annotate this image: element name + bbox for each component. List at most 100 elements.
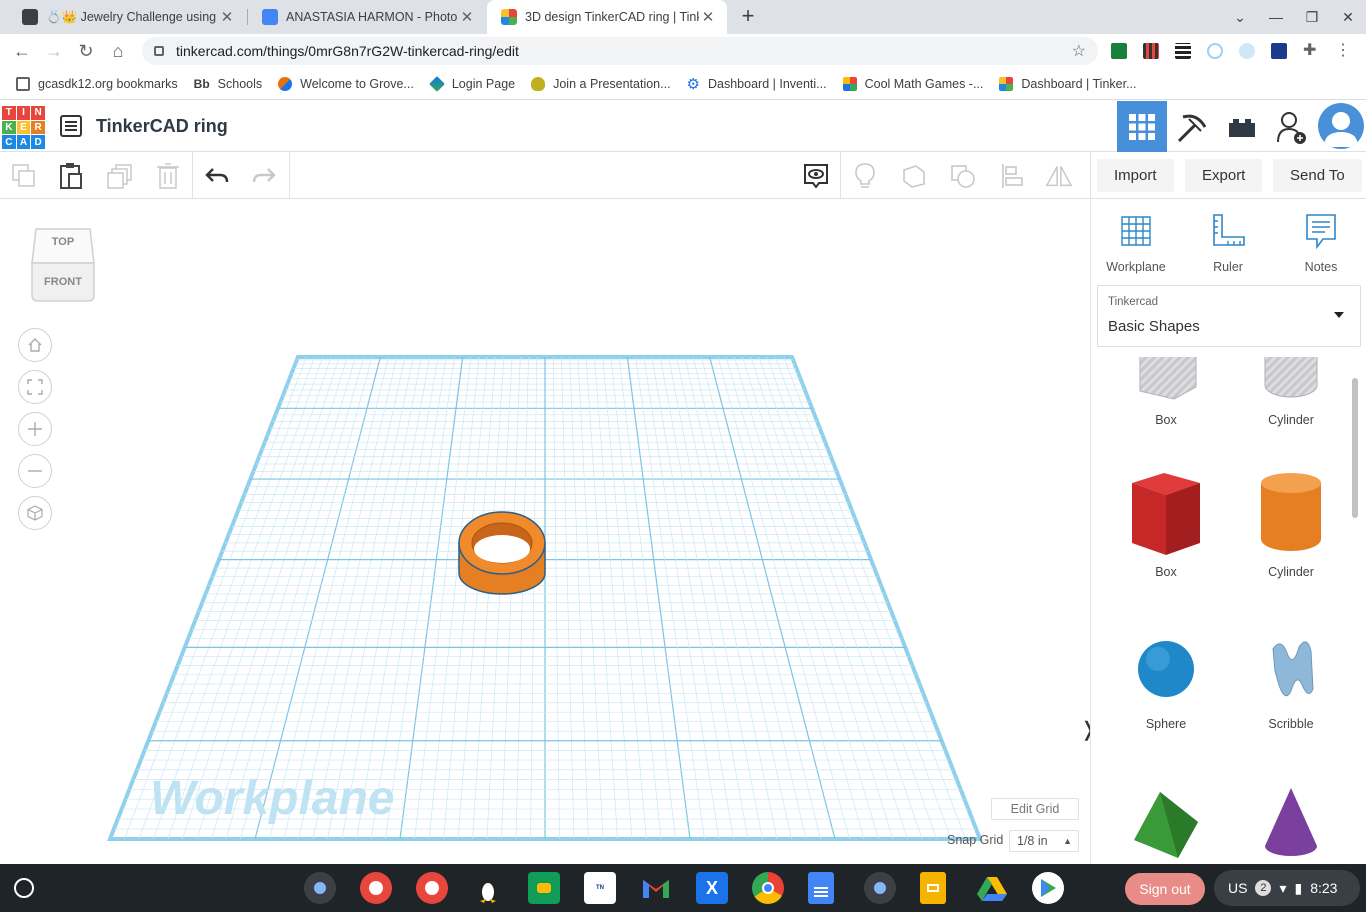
extension-sheets-icon[interactable]: [1111, 43, 1127, 59]
extension-cloud-icon[interactable]: [1239, 43, 1255, 59]
x-app-icon[interactable]: X: [696, 872, 728, 904]
ruler-tool[interactable]: Ruler: [1188, 211, 1268, 274]
ungroup-button[interactable]: [949, 162, 977, 190]
chrome-browser-icon[interactable]: [752, 872, 784, 904]
classroom-app-icon[interactable]: [528, 872, 560, 904]
send-to-button[interactable]: Send To: [1273, 159, 1362, 192]
extension-qr-icon[interactable]: [1143, 43, 1159, 59]
collapse-panel-button[interactable]: ❭: [1080, 709, 1090, 753]
perspective-button[interactable]: [18, 496, 52, 530]
maximize-icon[interactable]: ❐: [1294, 9, 1330, 26]
zoom-in-button[interactable]: [18, 412, 52, 446]
launcher-icon[interactable]: [14, 878, 34, 898]
chrome-app-icon[interactable]: [416, 872, 448, 904]
home-view-button[interactable]: [18, 328, 52, 362]
lock-icon[interactable]: [154, 46, 164, 56]
paste-button[interactable]: [57, 162, 85, 190]
export-button[interactable]: Export: [1185, 159, 1263, 192]
bookmark-login[interactable]: Login Page: [428, 75, 515, 92]
group-button[interactable]: [900, 162, 928, 190]
shape-box-hole[interactable]: Box: [1116, 357, 1216, 427]
minimize-icon[interactable]: —: [1258, 9, 1294, 25]
slides-app-icon[interactable]: [920, 872, 946, 904]
import-button[interactable]: Import: [1097, 159, 1174, 192]
blocks-view-button[interactable]: [1167, 101, 1217, 152]
design-list-icon[interactable]: [60, 115, 82, 137]
chrome-menu-icon[interactable]: ⋮: [1335, 43, 1351, 59]
bookmark-tinkercad[interactable]: Dashboard | Tinker...: [999, 76, 1137, 91]
extensions-puzzle-icon[interactable]: ✚: [1303, 43, 1319, 59]
reload-icon[interactable]: ↻: [74, 39, 98, 63]
delete-button[interactable]: [154, 162, 182, 190]
extension-blue-icon[interactable]: [1271, 43, 1287, 59]
user-avatar[interactable]: [1318, 103, 1364, 149]
bookmark-inventi[interactable]: ⚙ Dashboard | Inventi...: [687, 75, 827, 93]
view-cube-top[interactable]: TOP: [30, 236, 96, 248]
align-button[interactable]: [998, 162, 1026, 190]
bookmark-coolmath[interactable]: Cool Math Games -...: [842, 76, 983, 91]
sign-out-button[interactable]: Sign out: [1125, 873, 1205, 905]
shape-cylinder[interactable]: Cylinder: [1241, 469, 1341, 579]
notes-toggle-button[interactable]: [851, 162, 879, 190]
browser-tab-tinkercad[interactable]: 3D design TinkerCAD ring | Tinke ✕: [487, 0, 727, 34]
extension-circle-icon[interactable]: [1207, 43, 1223, 59]
home-icon[interactable]: ⌂: [106, 39, 130, 63]
close-tab-icon[interactable]: ✕: [458, 8, 476, 26]
fit-view-button[interactable]: [18, 370, 52, 404]
snap-grid-select[interactable]: 1/8 in ▲: [1009, 830, 1079, 852]
forward-icon[interactable]: →: [42, 39, 66, 63]
browser-tab-jewelry[interactable]: 💍👑 Jewelry Challenge using T ✕: [8, 0, 246, 34]
play-store-icon[interactable]: [1032, 872, 1064, 904]
bookmark-gcasdk12[interactable]: gcasdk12.org bookmarks: [16, 76, 178, 91]
extension-qr-reader-icon[interactable]: [1175, 43, 1191, 59]
close-tab-icon[interactable]: ✕: [699, 8, 717, 26]
ring-shape[interactable]: [458, 511, 546, 595]
close-tab-icon[interactable]: ✕: [218, 8, 236, 26]
status-tray[interactable]: US 2 ▾ ▮ 8:23: [1214, 870, 1360, 906]
redo-button[interactable]: [250, 162, 278, 190]
drive-app-icon[interactable]: [976, 872, 1008, 904]
shape-box[interactable]: Box: [1116, 469, 1216, 579]
workplane-canvas[interactable]: Workplane: [0, 199, 1090, 864]
close-window-icon[interactable]: ✕: [1330, 9, 1366, 26]
bookmark-schools[interactable]: Bb Schools: [194, 77, 262, 91]
zoom-out-button[interactable]: [18, 454, 52, 488]
browser-tab-photo-doc[interactable]: ANASTASIA HARMON - Photo Do ✕: [248, 0, 486, 34]
gmail-app-icon[interactable]: [640, 872, 672, 904]
tab-search-icon[interactable]: ⌄: [1222, 9, 1258, 26]
design-name[interactable]: TinkerCAD ring: [96, 116, 228, 137]
bookmark-star-icon[interactable]: ☆: [1072, 41, 1086, 61]
tinkercad-logo[interactable]: T I N K E R C A D: [2, 106, 45, 149]
bookmark-presentation[interactable]: Join a Presentation...: [531, 76, 671, 91]
testnav-app-icon[interactable]: TN: [584, 872, 616, 904]
shape-cone[interactable]: [1241, 782, 1341, 864]
bricks-view-button[interactable]: [1217, 101, 1267, 152]
bookmark-grove[interactable]: Welcome to Grove...: [278, 76, 414, 91]
shape-roof[interactable]: [1116, 782, 1216, 864]
3d-design-view-button[interactable]: [1117, 101, 1167, 152]
address-bar[interactable]: tinkercad.com/things/0mrG8n7rG2W-tinkerc…: [142, 37, 1098, 65]
workplane-grid[interactable]: [107, 355, 983, 841]
new-tab-button[interactable]: +: [737, 3, 759, 31]
view-cube[interactable]: TOP FRONT: [30, 225, 96, 302]
shape-library-select[interactable]: Tinkercad Basic Shapes: [1097, 285, 1361, 347]
duplicate-button[interactable]: [106, 162, 134, 190]
shape-sphere[interactable]: Sphere: [1116, 629, 1216, 731]
add-user-button[interactable]: [1267, 101, 1317, 152]
mirror-button[interactable]: [1045, 162, 1073, 190]
linux-penguin-icon[interactable]: [472, 872, 504, 904]
shapes-scrollbar[interactable]: [1352, 378, 1358, 518]
show-all-button[interactable]: [802, 162, 830, 190]
shape-scribble[interactable]: Scribble: [1241, 629, 1341, 731]
workplane-tool[interactable]: Workplane: [1096, 211, 1176, 274]
camera-app-icon[interactable]: [304, 872, 336, 904]
notes-tool[interactable]: Notes: [1281, 211, 1361, 274]
docs-app-icon[interactable]: [808, 872, 834, 904]
shape-cylinder-hole[interactable]: Cylinder: [1241, 357, 1341, 427]
3d-viewport[interactable]: Workplane TOP FRONT Edit Grid Snap Grid …: [0, 199, 1090, 864]
undo-button[interactable]: [203, 162, 231, 190]
camera-app-2-icon[interactable]: [864, 872, 896, 904]
chrome-canvas-app-icon[interactable]: [360, 872, 392, 904]
view-cube-front[interactable]: FRONT: [30, 276, 96, 288]
back-icon[interactable]: ←: [10, 39, 34, 63]
